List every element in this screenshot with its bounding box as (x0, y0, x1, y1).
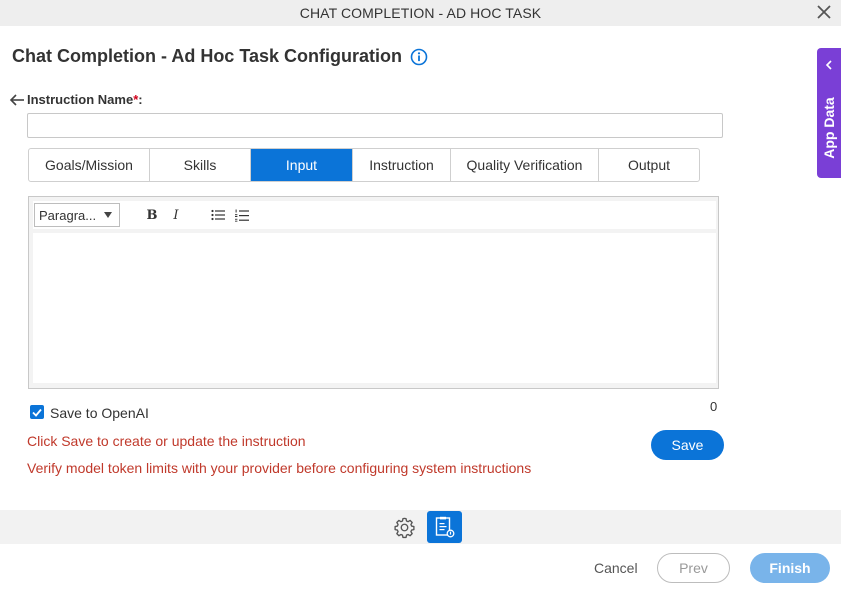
editor-content-area[interactable] (33, 233, 716, 383)
window-title: CHAT COMPLETION - AD HOC TASK (299, 5, 542, 21)
tab-label: Output (627, 157, 671, 173)
tab-instruction[interactable]: Instruction (353, 149, 451, 181)
instruction-name-label: Instruction Name*: (27, 92, 143, 107)
page-heading: Chat Completion - Ad Hoc Task Configurat… (12, 46, 428, 67)
bullet-list-icon (211, 209, 225, 221)
numbered-list-icon (235, 209, 249, 222)
title-bar: CHAT COMPLETION - AD HOC TASK (0, 0, 841, 26)
instruction-name-input[interactable] (27, 113, 723, 138)
chevron-left-icon (825, 60, 832, 70)
tab-skills[interactable]: Skills (150, 149, 251, 181)
save-to-openai-checkbox[interactable] (30, 405, 44, 419)
cancel-button[interactable]: Cancel (594, 560, 638, 576)
rich-text-editor: Paragra... B I (28, 196, 719, 389)
dropdown-caret-icon (104, 212, 112, 218)
app-data-panel-toggle[interactable]: App Data (817, 48, 841, 178)
editor-toolbar: Paragra... B I (33, 201, 716, 229)
paragraph-format-value: Paragra... (39, 207, 97, 223)
italic-icon: I (173, 207, 179, 223)
bold-button[interactable]: B (142, 205, 162, 225)
close-icon[interactable] (815, 3, 833, 21)
tab-output[interactable]: Output (599, 149, 699, 181)
tab-quality-verification[interactable]: Quality Verification (451, 149, 599, 181)
save-button[interactable]: Save (651, 430, 724, 460)
gear-icon[interactable] (393, 516, 416, 539)
tab-label: Quality Verification (466, 157, 583, 173)
character-counter: 0 (710, 399, 718, 414)
prev-button[interactable]: Prev (657, 553, 730, 583)
app-data-label: App Data (821, 97, 837, 159)
save-to-openai-label: Save to OpenAI (50, 405, 149, 421)
document-settings-button[interactable] (427, 511, 462, 543)
document-icon (435, 516, 454, 538)
bullet-list-button[interactable] (208, 205, 228, 225)
tab-label: Skills (183, 157, 217, 173)
paragraph-format-select[interactable]: Paragra... (34, 203, 120, 227)
numbered-list-button[interactable] (232, 205, 252, 225)
tab-label: Goals/Mission (45, 157, 133, 173)
label-colon: : (138, 92, 143, 107)
tab-goals-mission[interactable]: Goals/Mission (29, 149, 150, 181)
token-limit-message: Verify model token limits with your prov… (27, 460, 532, 476)
italic-button[interactable]: I (166, 205, 186, 225)
save-hint-message: Click Save to create or update the instr… (27, 433, 306, 449)
tab-label: Input (285, 157, 318, 173)
tab-input[interactable]: Input (251, 149, 353, 181)
back-arrow-icon[interactable] (9, 93, 25, 107)
bold-icon: B (146, 207, 158, 223)
page-title: Chat Completion - Ad Hoc Task Configurat… (12, 46, 402, 66)
checkmark-icon (32, 408, 42, 417)
instruction-tabs: Goals/Mission Skills Input Instruction Q… (28, 148, 700, 182)
tab-label: Instruction (369, 157, 434, 173)
instruction-name-label-text: Instruction Name (27, 92, 134, 107)
bottom-toolbar (0, 510, 841, 544)
info-icon[interactable] (410, 48, 428, 66)
finish-button[interactable]: Finish (750, 553, 830, 583)
